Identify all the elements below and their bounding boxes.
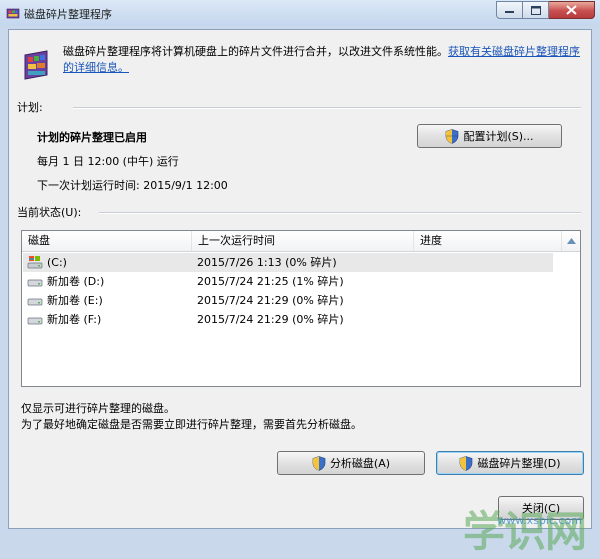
column-last-run[interactable]: 上一次运行时间 xyxy=(192,231,414,251)
schedule-group-label: 计划: xyxy=(17,101,43,114)
configure-schedule-label: 配置计划(S)... xyxy=(463,130,534,143)
description-text: 磁盘碎片整理程序将计算机硬盘上的碎片文件进行合并，以改进文件系统性能。 xyxy=(63,45,448,58)
disk-last-run: 2015/7/24 21:25 (1% 碎片) xyxy=(197,275,344,288)
system-drive-icon xyxy=(27,256,43,269)
table-row[interactable]: (C:) 2015/7/26 1:13 (0% 碎片) xyxy=(23,253,553,272)
schedule-status: 计划的碎片整理已启用 xyxy=(37,131,147,144)
column-disk[interactable]: 磁盘 xyxy=(22,231,192,251)
scroll-up-icon[interactable] xyxy=(563,232,580,250)
disk-last-run: 2015/7/24 21:29 (0% 碎片) xyxy=(197,313,344,326)
schedule-frequency: 每月 1 日 12:00 (中午) 运行 xyxy=(37,155,179,168)
minimize-button[interactable] xyxy=(496,1,523,19)
configure-schedule-button[interactable]: 配置计划(S)... xyxy=(417,124,562,148)
disk-last-run: 2015/7/26 1:13 (0% 碎片) xyxy=(197,256,337,269)
table-row[interactable]: 新加卷 (F:) 2015/7/24 21:29 (0% 碎片) xyxy=(23,310,553,329)
minimize-icon xyxy=(505,11,514,13)
schedule-separator xyxy=(73,107,581,109)
watermark-url: www.xspic.com xyxy=(497,514,582,527)
table-row[interactable]: 新加卷 (D:) 2015/7/24 21:25 (1% 碎片) xyxy=(23,272,553,291)
title-bar[interactable]: 磁盘碎片整理程序 xyxy=(0,0,600,26)
description: 磁盘碎片整理程序将计算机硬盘上的碎片文件进行合并，以改进文件系统性能。获取有关磁… xyxy=(63,44,583,76)
defragment-disk-label: 磁盘碎片整理(D) xyxy=(477,457,561,470)
dialog-client-area: 磁盘碎片整理程序将计算机硬盘上的碎片文件进行合并，以改进文件系统性能。获取有关磁… xyxy=(8,29,592,529)
disk-last-run: 2015/7/24 21:29 (0% 碎片) xyxy=(197,294,344,307)
window-title: 磁盘碎片整理程序 xyxy=(24,8,112,21)
defrag-large-icon xyxy=(24,50,48,80)
maximize-button[interactable] xyxy=(523,1,549,19)
note-line-2: 为了最好地确定磁盘是否需要立即进行碎片整理，需要首先分析磁盘。 xyxy=(21,418,362,431)
drive-icon xyxy=(27,298,43,306)
drive-icon xyxy=(27,279,43,287)
status-separator xyxy=(99,212,581,214)
close-icon xyxy=(566,5,577,15)
table-row[interactable]: 新加卷 (E:) 2015/7/24 21:29 (0% 碎片) xyxy=(23,291,553,310)
defrag-app-icon xyxy=(6,8,20,19)
uac-shield-icon xyxy=(460,455,473,471)
disk-name: 新加卷 (D:) xyxy=(47,275,105,288)
column-progress[interactable]: 进度 xyxy=(414,231,562,251)
analyze-disk-button[interactable]: 分析磁盘(A) xyxy=(277,451,425,475)
maximize-icon xyxy=(530,5,541,15)
analyze-disk-label: 分析磁盘(A) xyxy=(329,457,391,470)
drive-icon xyxy=(27,317,43,325)
note-line-1: 仅显示可进行碎片整理的磁盘。 xyxy=(21,402,175,415)
disk-list-header: 磁盘 上一次运行时间 进度 xyxy=(22,231,580,252)
close-window-button[interactable] xyxy=(549,1,595,19)
uac-shield-icon xyxy=(446,128,459,144)
uac-shield-icon xyxy=(312,455,326,471)
disk-name: 新加卷 (E:) xyxy=(47,294,103,307)
disk-name: (C:) xyxy=(47,256,67,269)
defragment-disk-button[interactable]: 磁盘碎片整理(D) xyxy=(436,451,584,475)
disk-list[interactable]: 磁盘 上一次运行时间 进度 (C:) 2015/7/26 1:13 (0% 碎片… xyxy=(21,230,581,387)
disk-name: 新加卷 (F:) xyxy=(47,313,102,326)
schedule-next-run: 下一次计划运行时间: 2015/9/1 12:00 xyxy=(37,179,228,192)
window-controls xyxy=(496,1,595,20)
status-group-label: 当前状态(U): xyxy=(17,206,82,219)
watermark-logo: 学识网 xyxy=(462,507,587,556)
